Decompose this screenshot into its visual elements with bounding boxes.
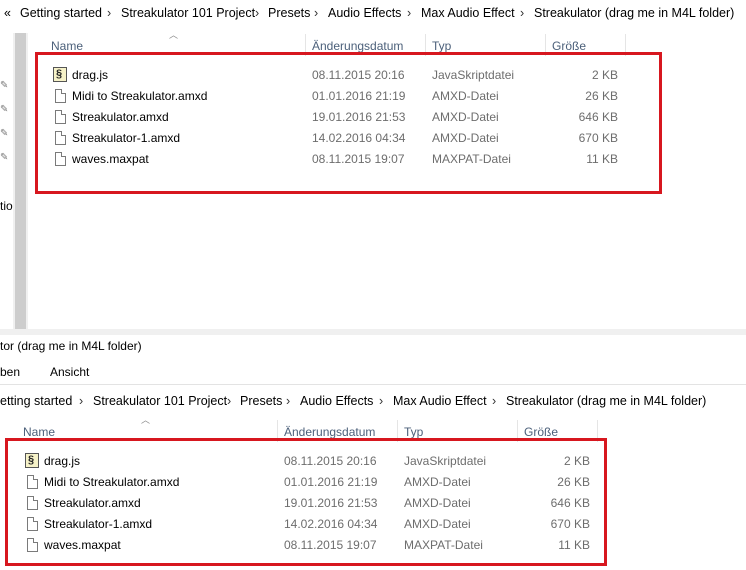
nav-pane-scrollbar-thumb[interactable] [15,33,26,329]
pin-icon[interactable]: ✎ [0,152,8,163]
breadcrumb-item-streakulator[interactable]: Streakulator (drag me in M4L folder) [506,394,706,408]
column-header-date[interactable]: Änderungsdatum [284,425,375,439]
breadcrumb-item-project[interactable]: Streakulator 101 Project [93,394,227,408]
breadcrumb-separator-icon[interactable]: › [314,6,318,20]
bottom-breadcrumb-bar: etting started › Streakulator 101 Projec… [0,388,746,412]
column-header-size[interactable]: Größe [524,425,558,439]
breadcrumb-item-getting-started[interactable]: etting started [0,394,72,408]
breadcrumb-item-getting-started[interactable]: Getting started [20,6,102,20]
sort-ascending-icon: ︿ [141,415,151,425]
pin-icon[interactable]: ✎ [0,80,8,91]
column-header-name[interactable]: Name [23,425,55,439]
breadcrumb-item-project[interactable]: Streakulator 101 Project [121,6,255,20]
nav-back-icon[interactable]: « [4,6,11,20]
breadcrumb-item-audio-effects[interactable]: Audio Effects [328,6,401,20]
breadcrumb-separator-icon[interactable]: › [227,394,231,408]
highlight-box [35,52,662,194]
column-header-type[interactable]: Typ [432,39,451,53]
window-title: tor (drag me in M4L folder) [0,339,142,353]
breadcrumb-separator-icon[interactable]: › [286,394,290,408]
pin-icon[interactable]: ✎ [0,128,8,139]
screenshot-divider [0,329,746,335]
breadcrumb-separator-icon[interactable]: › [255,6,259,20]
column-header-type[interactable]: Typ [404,425,423,439]
column-header-date[interactable]: Änderungsdatum [312,39,403,53]
breadcrumb-separator-icon[interactable]: › [407,6,411,20]
column-header-name[interactable]: Name [51,39,83,53]
highlight-box [5,438,607,566]
breadcrumb-separator-icon[interactable]: › [379,394,383,408]
pin-icon[interactable]: ✎ [0,104,8,115]
ribbon-tab-share[interactable]: ben [0,365,20,379]
breadcrumb-item-audio-effects[interactable]: Audio Effects [300,394,373,408]
breadcrumb-separator-icon[interactable]: › [520,6,524,20]
nav-pane-item-label[interactable]: tio [0,199,13,213]
breadcrumb-item-max-audio-effect[interactable]: Max Audio Effect [421,6,515,20]
breadcrumb-separator-icon[interactable]: › [492,394,496,408]
breadcrumb-item-presets[interactable]: Presets [240,394,282,408]
breadcrumb-item-presets[interactable]: Presets [268,6,310,20]
ribbon-tab-view[interactable]: Ansicht [50,365,89,379]
sort-ascending-icon: ︿ [169,30,179,40]
breadcrumb-item-max-audio-effect[interactable]: Max Audio Effect [393,394,487,408]
column-header-size[interactable]: Größe [552,39,586,53]
breadcrumb-separator-icon[interactable]: › [107,6,111,20]
ribbon-separator [0,384,746,385]
top-breadcrumb-bar: « Getting started › Streakulator 101 Pro… [0,0,746,26]
breadcrumb-separator-icon[interactable]: › [79,394,83,408]
breadcrumb-item-streakulator[interactable]: Streakulator (drag me in M4L folder) [534,6,734,20]
